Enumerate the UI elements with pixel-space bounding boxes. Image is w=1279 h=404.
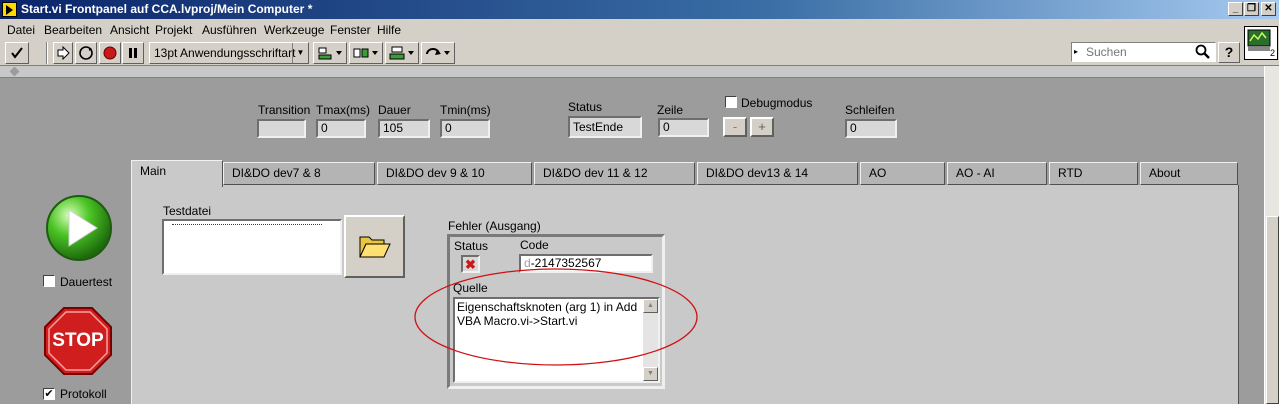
pause-button[interactable] bbox=[122, 42, 144, 64]
tmin-indicator: 0 bbox=[440, 119, 490, 138]
folder-open-icon bbox=[358, 236, 391, 258]
menu-projekt[interactable]: Projekt bbox=[155, 23, 192, 37]
transition-label: Transition bbox=[258, 103, 311, 117]
close-button[interactable]: ✕ bbox=[1261, 2, 1276, 16]
testdatei-label: Testdatei bbox=[163, 204, 212, 218]
reorder-icon bbox=[426, 48, 450, 55]
menu-hilfe[interactable]: Hilfe bbox=[377, 23, 401, 37]
tab-main[interactable]: Main bbox=[131, 160, 223, 187]
schleifen-indicator: 0 bbox=[845, 119, 897, 138]
tab-ao-ai[interactable]: AO - AI bbox=[947, 162, 1047, 185]
search-options-arrow-icon[interactable]: ▸ bbox=[1074, 47, 1078, 56]
tab-di-do-dev11-12[interactable]: DI&DO dev 11 & 12 bbox=[534, 162, 695, 185]
reorder-button[interactable] bbox=[421, 42, 455, 64]
run-button[interactable] bbox=[53, 42, 73, 64]
toolbar-separator bbox=[46, 42, 48, 64]
vi-icon-label: 2 bbox=[1269, 48, 1275, 58]
status-indicator: TestEnde bbox=[568, 116, 642, 138]
distribute-objects-button[interactable] bbox=[349, 42, 383, 64]
confirm-button[interactable] bbox=[5, 42, 29, 64]
origin-marker bbox=[9, 66, 20, 77]
decrement-button[interactable]: - bbox=[723, 117, 747, 137]
stop-button[interactable]: STOP bbox=[43, 306, 113, 376]
stop-label: STOP bbox=[52, 330, 104, 351]
menu-ausfuehren[interactable]: Ausführen bbox=[202, 23, 257, 37]
tab-ao[interactable]: AO bbox=[860, 162, 945, 185]
dauer-indicator: 105 bbox=[378, 119, 430, 138]
debugmodus-checkbox[interactable] bbox=[725, 96, 737, 108]
menu-ansicht[interactable]: Ansicht bbox=[110, 23, 149, 37]
menu-fenster[interactable]: Fenster bbox=[330, 23, 371, 37]
dauertest-checkbox[interactable] bbox=[43, 275, 55, 287]
menu-datei[interactable]: Datei bbox=[7, 23, 35, 37]
menu-bar: Datei Bearbeiten Ansicht Projekt Ausführ… bbox=[0, 19, 1279, 39]
maximize-button[interactable]: ❐ bbox=[1244, 2, 1259, 16]
menu-bearbeiten[interactable]: Bearbeiten bbox=[44, 23, 102, 37]
font-dropdown[interactable]: 13pt Anwendungsschriftart ▼ bbox=[149, 42, 309, 64]
tab-di-do-dev9-10[interactable]: DI&DO dev 9 & 10 bbox=[377, 162, 532, 185]
scrollbar-thumb[interactable] bbox=[1266, 216, 1279, 404]
abort-button[interactable] bbox=[99, 42, 121, 64]
menu-werkzeuge[interactable]: Werkzeuge bbox=[264, 23, 324, 37]
play-icon bbox=[46, 195, 112, 261]
debugmodus-label: Debugmodus bbox=[741, 96, 813, 110]
run-big-button[interactable] bbox=[44, 193, 114, 263]
transition-indicator bbox=[257, 119, 306, 138]
tab-rtd[interactable]: RTD bbox=[1049, 162, 1138, 185]
vi-connector-icon[interactable]: 2 bbox=[1244, 26, 1278, 60]
browse-button[interactable] bbox=[344, 215, 405, 278]
ruler bbox=[0, 66, 1264, 78]
align-icon bbox=[318, 47, 342, 60]
resize-objects-button[interactable] bbox=[385, 42, 419, 64]
dauer-label: Dauer bbox=[378, 103, 411, 117]
checkmark-icon bbox=[11, 47, 23, 59]
path-dots bbox=[172, 224, 322, 226]
title-bar: Start.vi Frontpanel auf CCA.lvproj/Mein … bbox=[0, 0, 1279, 19]
status-label: Status bbox=[568, 100, 603, 114]
search-input[interactable] bbox=[1086, 44, 1191, 60]
tmin-label: Tmin(ms) bbox=[440, 103, 491, 117]
dauertest-label: Dauertest bbox=[60, 275, 113, 289]
increment-button[interactable]: + bbox=[750, 117, 774, 137]
fehler-ausgang-label: Fehler (Ausgang) bbox=[448, 219, 541, 233]
search-icon[interactable] bbox=[1195, 44, 1211, 60]
tab-di-do-dev13-14[interactable]: DI&DO dev13 & 14 bbox=[697, 162, 858, 185]
protokoll-label: Protokoll bbox=[60, 387, 107, 401]
vertical-scrollbar[interactable] bbox=[1264, 66, 1279, 404]
window-title: Start.vi Frontpanel auf CCA.lvproj/Mein … bbox=[21, 2, 313, 16]
chevron-down-icon: ▼ bbox=[292, 43, 308, 63]
tab-about[interactable]: About bbox=[1140, 162, 1238, 185]
align-objects-button[interactable] bbox=[313, 42, 347, 64]
protokoll-checkbox[interactable]: ✔ bbox=[43, 388, 55, 400]
font-dropdown-value: 13pt Anwendungsschriftart bbox=[154, 46, 296, 60]
pause-icon bbox=[129, 48, 137, 58]
zeile-label: Zeile bbox=[657, 103, 684, 117]
minimize-button[interactable]: _ bbox=[1228, 2, 1243, 16]
abort-icon bbox=[103, 46, 117, 60]
search-box[interactable]: ▸ bbox=[1071, 42, 1216, 62]
tmax-label: Tmax(ms) bbox=[316, 103, 370, 117]
distribute-icon bbox=[353, 48, 378, 58]
zeile-indicator: 0 bbox=[658, 118, 709, 137]
run-arrow-icon bbox=[57, 45, 70, 61]
run-continuously-icon bbox=[79, 46, 93, 60]
resize-icon bbox=[389, 46, 414, 60]
context-help-button[interactable]: ? bbox=[1218, 42, 1240, 63]
error-status-label: Status bbox=[454, 239, 489, 253]
tab-di-do-dev7-8[interactable]: DI&DO dev7 & 8 bbox=[223, 162, 375, 185]
schleifen-label: Schleifen bbox=[845, 103, 895, 117]
tmax-indicator: 0 bbox=[316, 119, 366, 138]
testdatei-path-field[interactable] bbox=[162, 219, 342, 275]
labview-vi-icon bbox=[2, 2, 17, 17]
error-code-label: Code bbox=[520, 238, 549, 252]
annotation-ellipse bbox=[414, 268, 698, 366]
run-continuously-button[interactable] bbox=[75, 42, 97, 64]
